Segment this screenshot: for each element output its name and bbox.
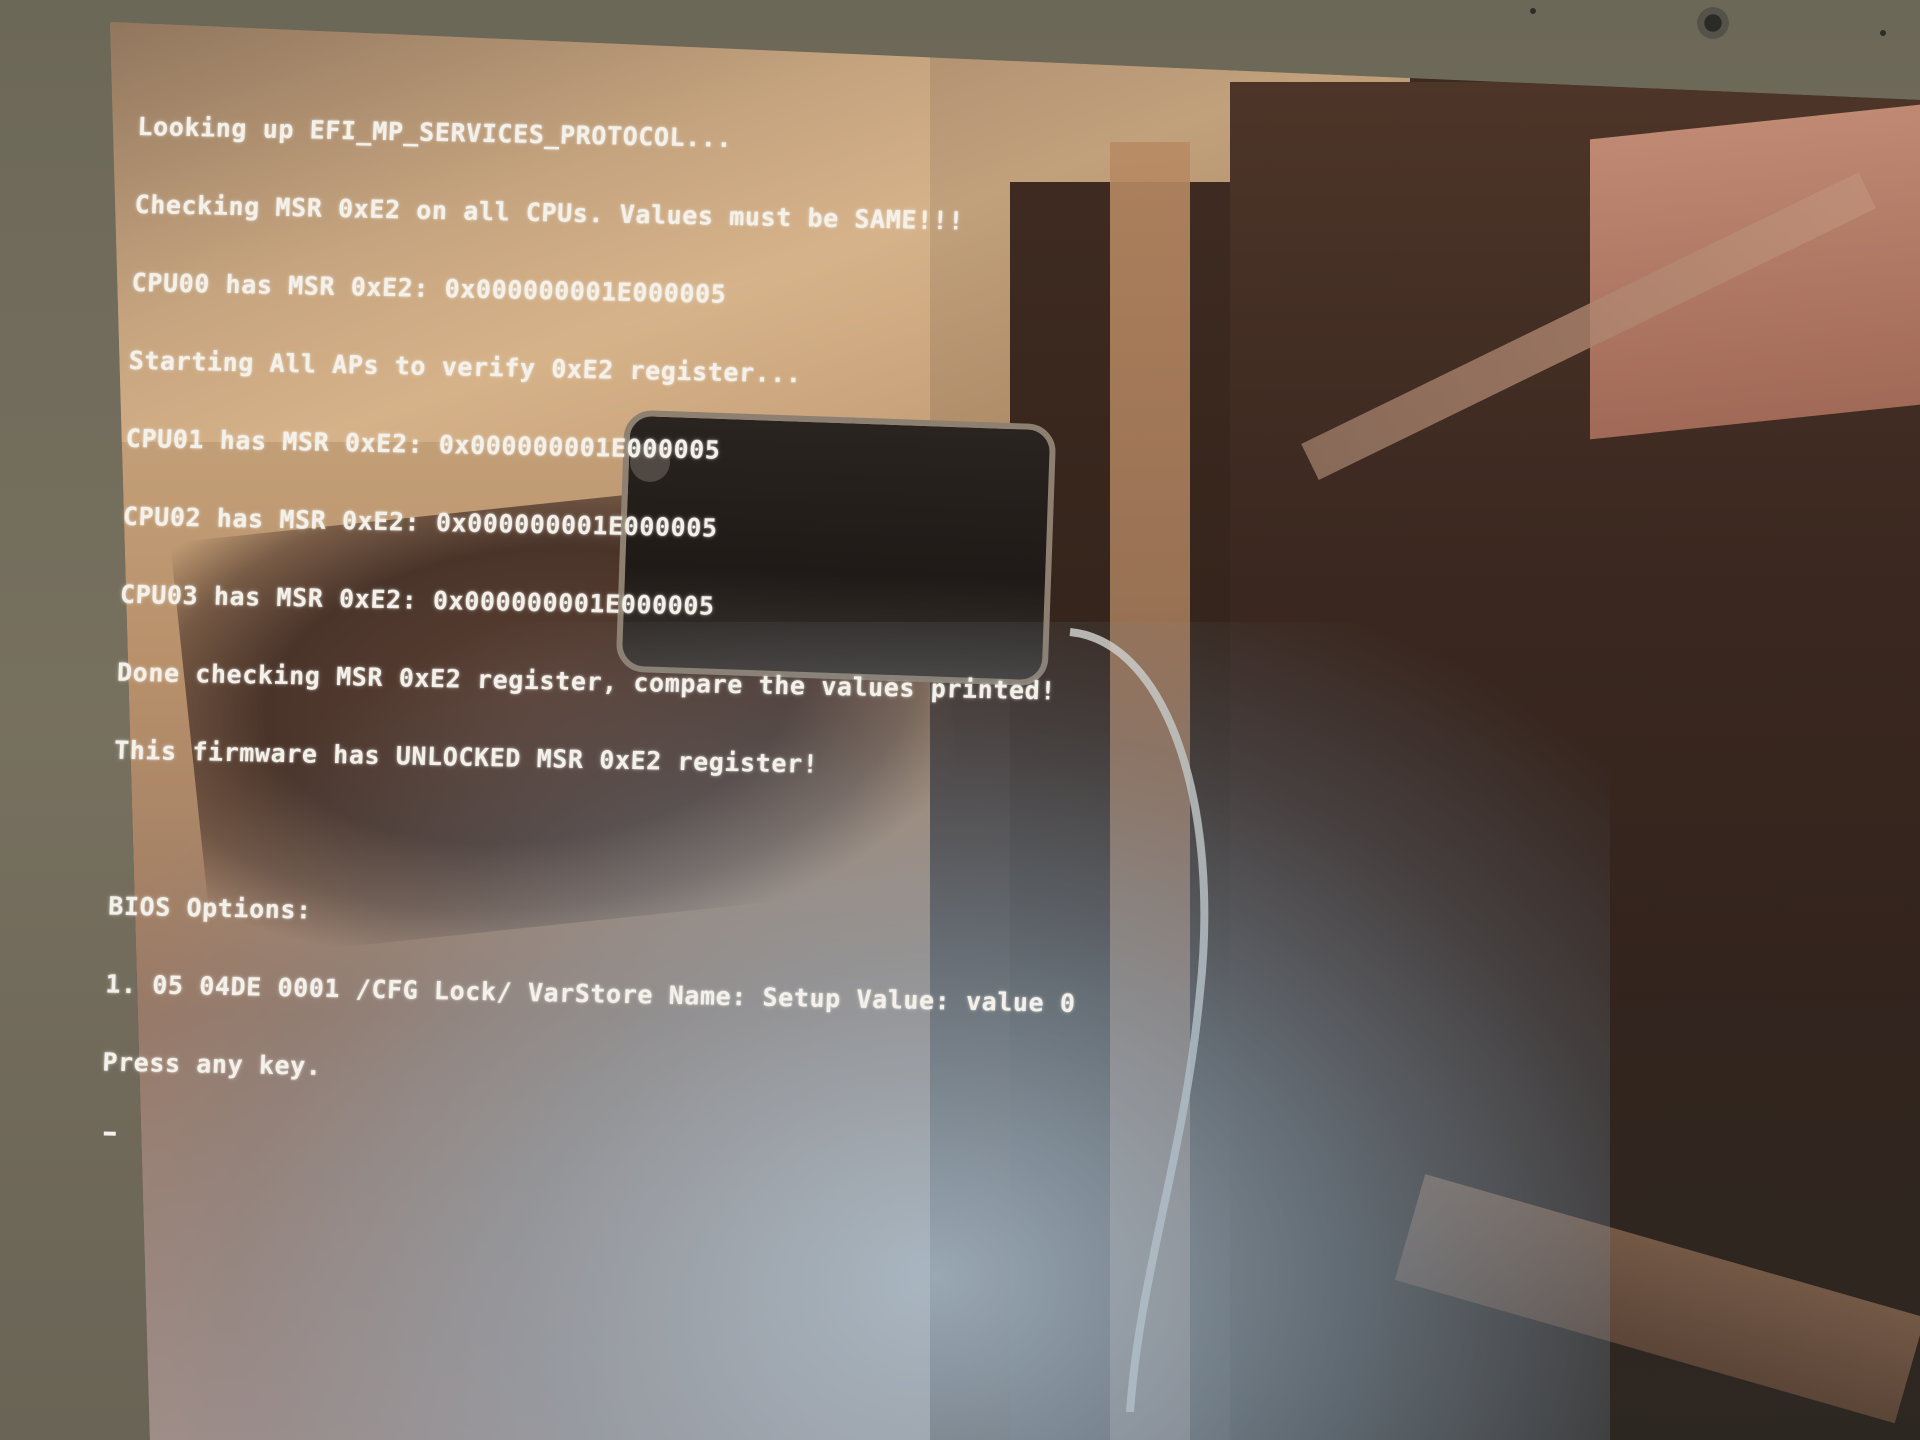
bios-options-heading: BIOS Options: bbox=[107, 891, 313, 925]
sensor-dot-icon bbox=[1880, 30, 1886, 36]
press-any-key-prompt[interactable]: Press any key. bbox=[102, 1047, 1403, 1101]
reflection-box bbox=[1590, 104, 1920, 440]
terminal-line: Looking up EFI_MP_SERVICES_PROTOCOL... bbox=[137, 111, 733, 153]
terminal-line: CPU02 has MSR 0xE2: 0x000000001E000005 bbox=[122, 501, 719, 543]
terminal-line: This firmware has UNLOCKED MSR 0xE2 regi… bbox=[113, 735, 819, 779]
terminal-line: CPU00 has MSR 0xE2: 0x000000001E000005 bbox=[131, 267, 727, 309]
terminal-line: Done checking MSR 0xE2 register, compare… bbox=[116, 657, 1057, 706]
webcam-icon bbox=[1690, 6, 1736, 40]
text-cursor bbox=[103, 1131, 116, 1136]
terminal-line: Starting All APs to verify 0xE2 register… bbox=[128, 345, 803, 389]
efi-shell-output: Looking up EFI_MP_SERVICES_PROTOCOL... C… bbox=[99, 62, 1440, 1187]
bios-option-item: 1. 05 04DE 0001 /CFG Lock/ VarStore Name… bbox=[104, 969, 1077, 1018]
terminal-line: CPU03 has MSR 0xE2: 0x000000001E000005 bbox=[119, 579, 716, 621]
terminal-line: CPU01 has MSR 0xE2: 0x000000001E000005 bbox=[125, 423, 722, 465]
sensor-dot-icon bbox=[1530, 8, 1536, 14]
terminal-line: Checking MSR 0xE2 on all CPUs. Values mu… bbox=[134, 189, 965, 236]
